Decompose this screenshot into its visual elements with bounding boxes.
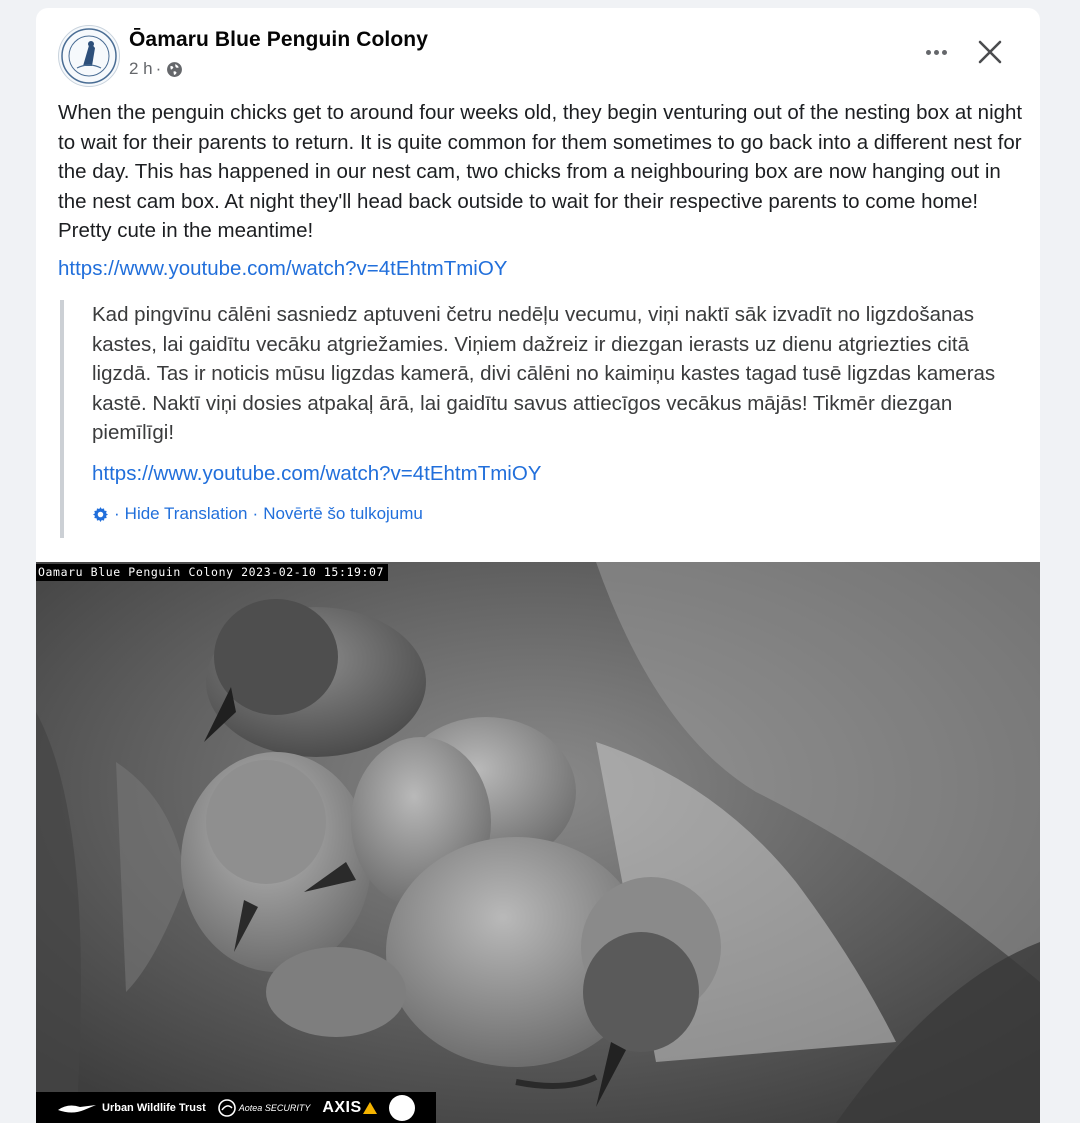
close-button[interactable] — [972, 34, 1008, 70]
camera-timestamp: Oamaru Blue Penguin Colony 2023-02-10 15… — [36, 564, 389, 581]
translated-link[interactable]: https://www.youtube.com/watch?v=4tEhtmTm… — [92, 462, 541, 486]
post-time[interactable]: 2 h — [129, 59, 153, 79]
gear-icon[interactable] — [92, 506, 109, 523]
sponsor-3-label: AXIS — [322, 1098, 362, 1116]
control-separator: · — [114, 504, 120, 523]
post-meta: 2 h · — [129, 59, 183, 79]
colony-round-logo — [388, 1094, 415, 1121]
close-icon — [978, 40, 1002, 64]
hide-translation-button[interactable]: Hide Translation — [125, 504, 248, 524]
control-separator: · — [252, 504, 259, 523]
page-avatar[interactable] — [58, 25, 120, 87]
more-options-button[interactable] — [914, 36, 958, 68]
sponsor-1-label: Urban Wildlife Trust — [102, 1101, 206, 1114]
aotea-security-logo: Aotea SECURITY — [217, 1098, 311, 1117]
translated-text: Kad pingvīnu cālēni sasniedz aptuveni če… — [92, 303, 996, 444]
page-name[interactable]: Ōamaru Blue Penguin Colony — [129, 28, 428, 52]
rate-translation-button[interactable]: Novērtē šo tulkojumu — [263, 504, 423, 524]
urban-wildlife-trust-logo: Urban Wildlife Trust — [58, 1101, 206, 1115]
translation-block: Kad pingvīnu cālēni sasniedz aptuveni če… — [60, 300, 1024, 538]
axis-logo: AXIS — [322, 1098, 377, 1117]
nest-cam-image — [36, 562, 1040, 1123]
globe-icon — [166, 61, 183, 78]
sponsor-logo-bar: Urban Wildlife Trust Aotea SECURITY AXIS — [36, 1092, 436, 1123]
meta-dot: · — [155, 59, 162, 78]
post-header: Ōamaru Blue Penguin Colony 2 h · — [36, 8, 1040, 100]
post-card: Ōamaru Blue Penguin Colony 2 h · When th… — [36, 8, 1040, 1123]
post-link[interactable]: https://www.youtube.com/watch?v=4tEhtmTm… — [58, 257, 507, 281]
more-horizontal-icon — [925, 49, 931, 55]
post-photo[interactable]: Oamaru Blue Penguin Colony 2023-02-10 15… — [36, 562, 1040, 1123]
bird-icon — [58, 1104, 96, 1112]
sponsor-2-label: Aotea SECURITY — [238, 1102, 311, 1113]
axis-triangle-icon — [362, 1101, 377, 1114]
post-text: When the penguin chicks get to around fo… — [58, 101, 1023, 242]
translation-controls: · Hide Translation · Novērtē šo tulkojum… — [92, 504, 423, 524]
aotea-mark-icon — [217, 1098, 236, 1117]
